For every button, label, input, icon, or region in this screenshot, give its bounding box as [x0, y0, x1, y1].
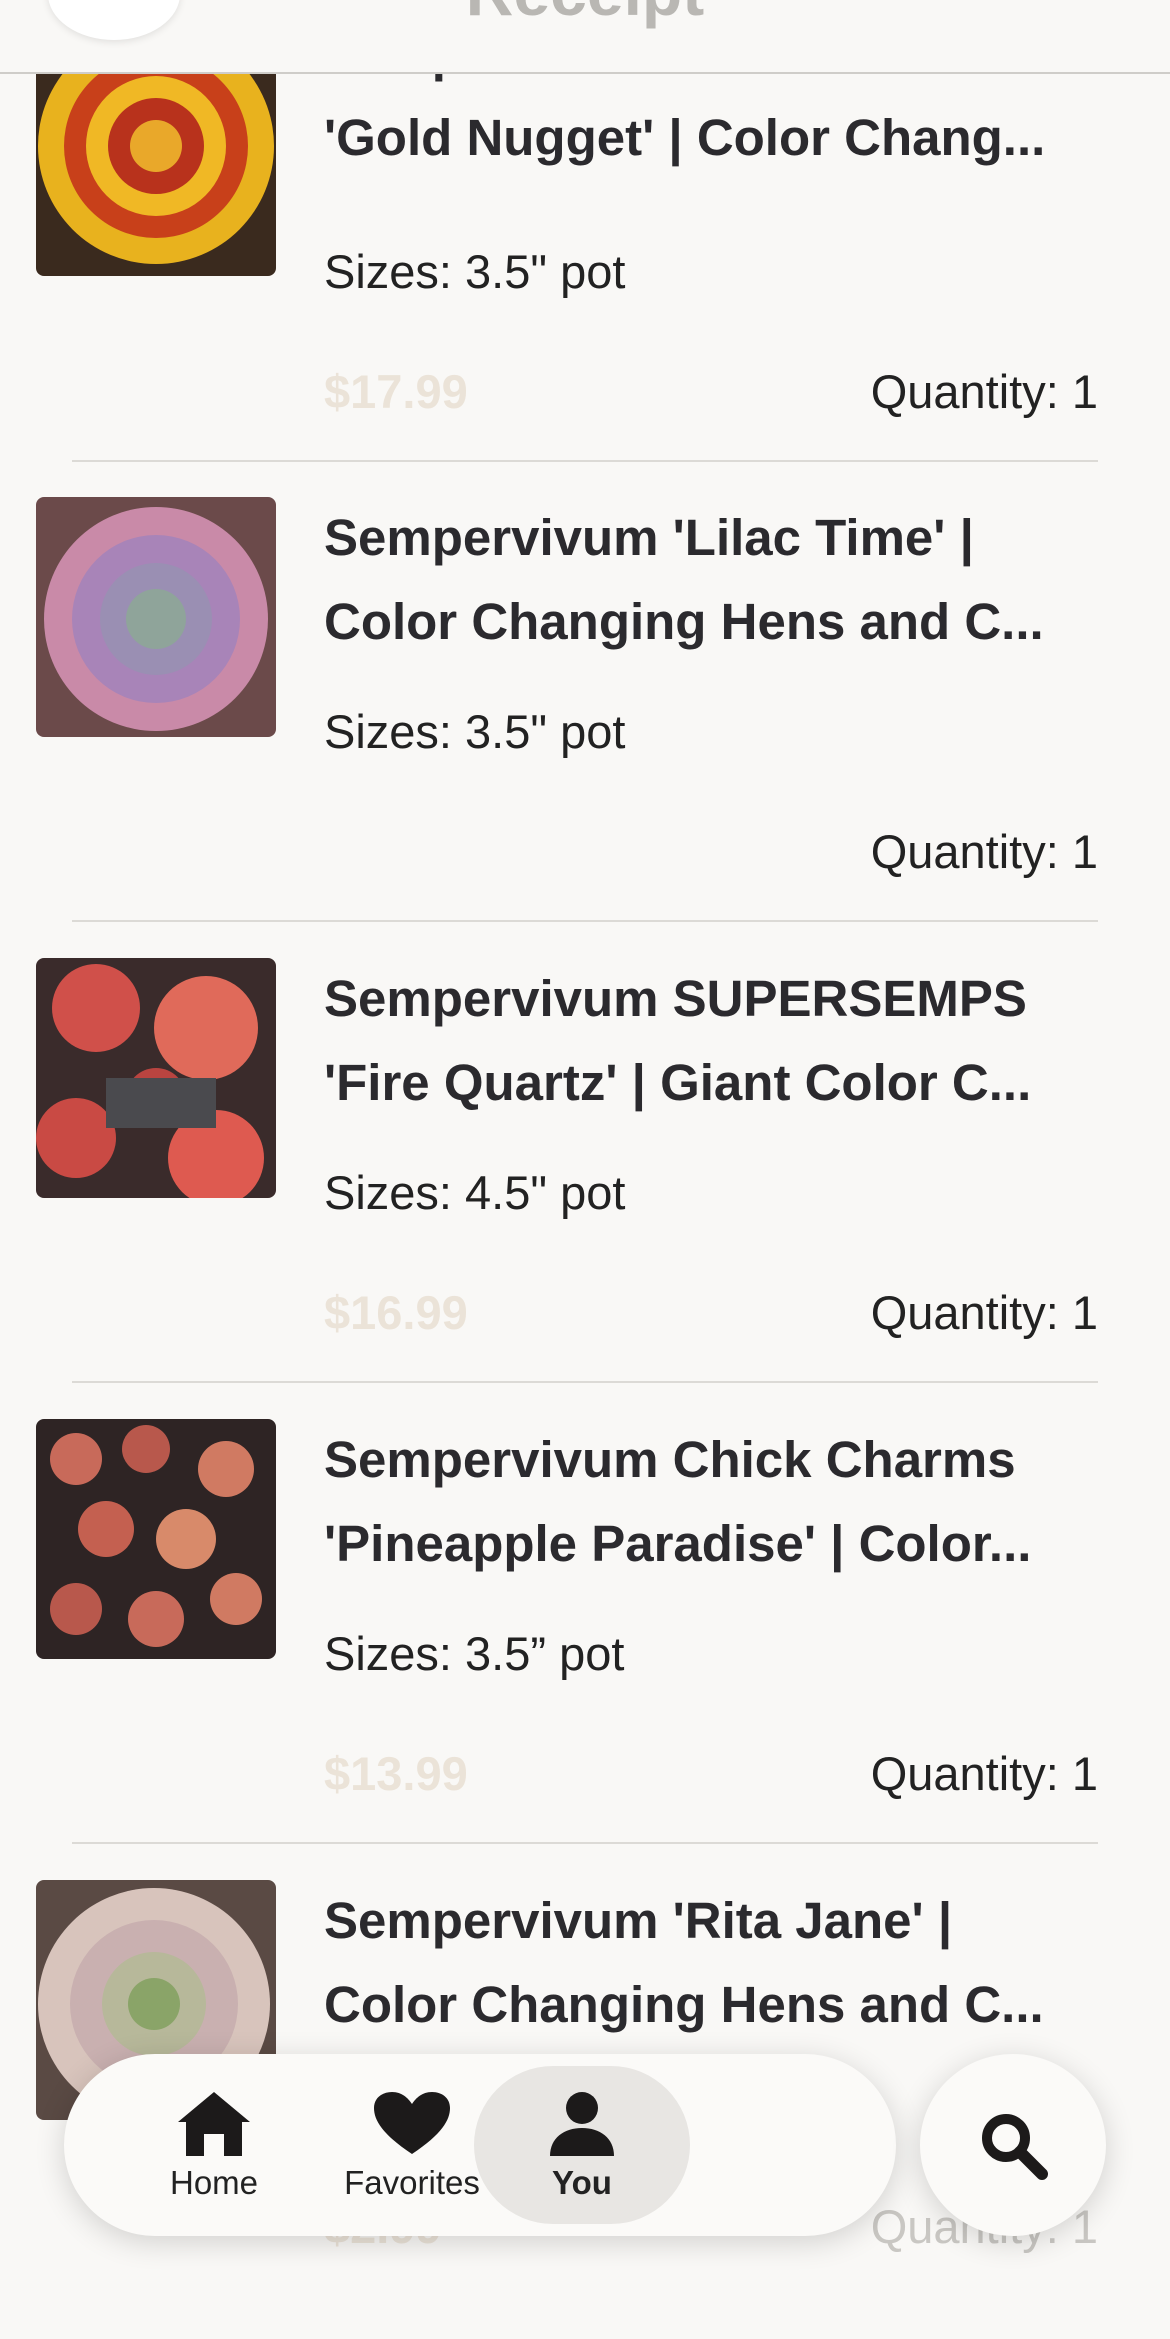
search-icon: [982, 2114, 1048, 2180]
product-title-line: 'Gold Nugget' | Color Chang...: [324, 109, 1046, 166]
product-title[interactable]: Sempervivum 'Lilac Time' | Color Changin…: [324, 496, 1104, 664]
order-item[interactable]: Sempervivum SUPERSEMPS 'Fire Quartz' | G…: [0, 957, 1170, 1417]
product-quantity: Quantity: 1: [870, 825, 1098, 878]
product-size: Sizes: 3.5" pot: [324, 705, 626, 758]
product-title-line: Sempervivum SUPERSEMPS: [324, 970, 1027, 1027]
product-title-line: Color Changing Hens and C...: [324, 1976, 1044, 2033]
order-item[interactable]: Sempervivum 'Lilac Time' | Color Changin…: [0, 496, 1170, 956]
product-title-line: 'Pineapple Paradise' | Color...: [324, 1515, 1032, 1572]
bottom-nav-bar: Home Favorites You: [64, 2054, 896, 2236]
product-price: $16.99: [324, 1286, 468, 1339]
item-divider: [72, 1381, 1098, 1383]
item-divider: [72, 920, 1098, 922]
product-quantity: Quantity: 1: [870, 1286, 1098, 1339]
nav-you-label: You: [552, 2164, 612, 2201]
product-title-line: Sempervivum 'Lilac Time' |: [324, 509, 974, 566]
item-divider: [72, 460, 1098, 462]
product-size: Sizes: 4.5" pot: [324, 1166, 626, 1219]
product-image[interactable]: [36, 497, 276, 737]
product-price: $17.99: [324, 365, 468, 418]
order-item[interactable]: Sempervivum Chick Charms 'Pineapple Para…: [0, 1418, 1170, 1878]
order-item[interactable]: Sempervivum Chick Charms 'Gold Nugget' |…: [0, 25, 1170, 496]
product-image[interactable]: [36, 1419, 276, 1659]
product-title-line: 'Fire Quartz' | Giant Color C...: [324, 1054, 1032, 1111]
page-title: Receipt: [0, 0, 1170, 30]
product-title[interactable]: Sempervivum Chick Charms 'Pineapple Para…: [324, 1418, 1104, 1586]
product-title[interactable]: Sempervivum SUPERSEMPS 'Fire Quartz' | G…: [324, 957, 1104, 1125]
receipt-header: Receipt: [0, 0, 1170, 74]
product-quantity: Quantity: 1: [870, 365, 1098, 418]
product-size: Sizes: 3.5” pot: [324, 1627, 625, 1680]
product-size: Sizes: 3.5" pot: [324, 245, 626, 298]
nav-home-label: Home: [169, 2164, 259, 2201]
home-icon: [178, 2092, 250, 2156]
search-button[interactable]: [920, 2054, 1106, 2236]
product-title-line: Color Changing Hens and C...: [324, 593, 1044, 650]
product-title-line: Sempervivum 'Rita Jane' |: [324, 1892, 953, 1949]
person-icon: [550, 2092, 614, 2156]
nav-home[interactable]: Home: [114, 2054, 314, 2236]
product-price: $13.99: [324, 1747, 468, 1800]
item-divider: [72, 1842, 1098, 1844]
product-quantity: Quantity: 1: [870, 1747, 1098, 1800]
heart-icon: [374, 2092, 450, 2154]
product-title-line: Sempervivum Chick Charms: [324, 1431, 1016, 1488]
nav-you[interactable]: You: [474, 2066, 690, 2224]
product-image[interactable]: [36, 958, 276, 1198]
product-title[interactable]: Sempervivum 'Rita Jane' | Color Changing…: [324, 1879, 1104, 2047]
